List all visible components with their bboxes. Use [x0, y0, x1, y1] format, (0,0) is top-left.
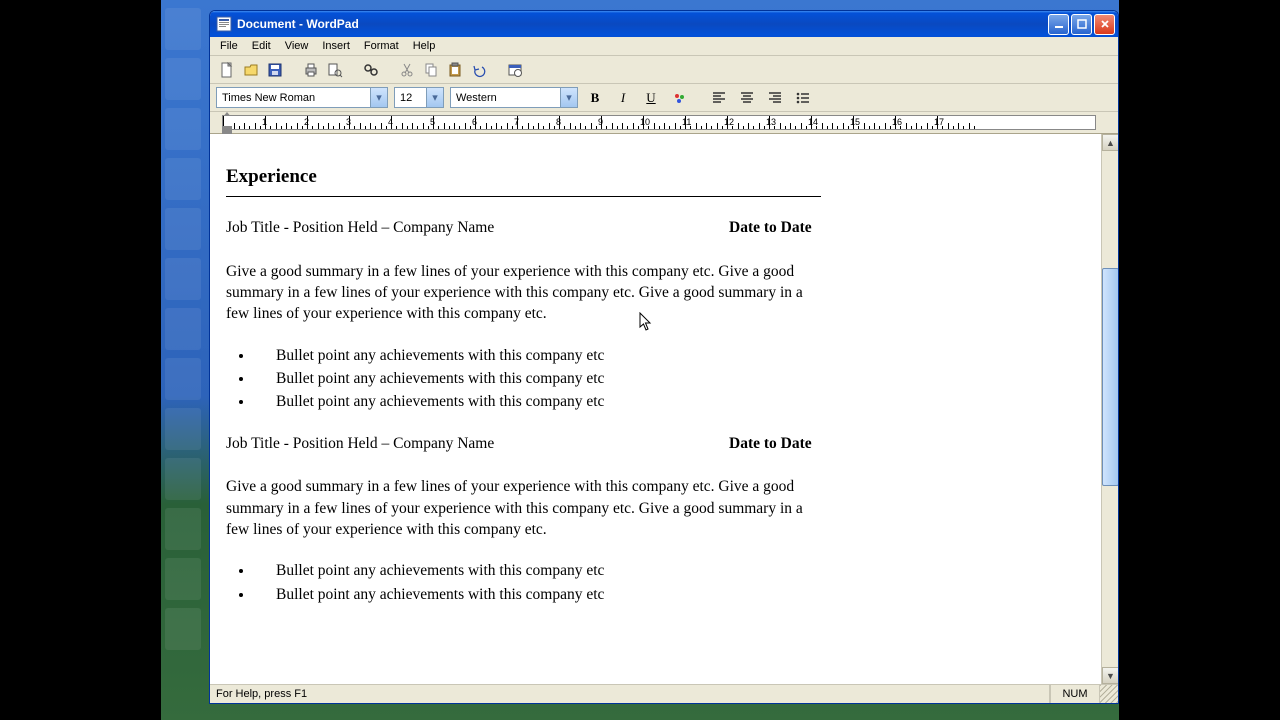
- copy-icon[interactable]: [420, 59, 442, 81]
- close-button[interactable]: [1094, 14, 1115, 35]
- entry-dates: Date to Date: [729, 433, 812, 454]
- menu-view[interactable]: View: [279, 39, 315, 53]
- titlebar[interactable]: Document - WordPad: [210, 11, 1118, 37]
- new-icon[interactable]: [216, 59, 238, 81]
- desktop-icons: [161, 0, 211, 658]
- document-area[interactable]: Experience Job Title - Position Held – Co…: [210, 134, 1101, 684]
- resize-grip-icon[interactable]: [1100, 685, 1118, 703]
- charset-value: Western: [451, 92, 560, 104]
- chevron-down-icon[interactable]: ▾: [370, 88, 387, 107]
- maximize-button[interactable]: [1071, 14, 1092, 35]
- format-toolbar: Times New Roman ▾ 12 ▾ Western ▾ B I U: [210, 84, 1118, 112]
- standard-toolbar: [210, 56, 1118, 84]
- scroll-thumb[interactable]: [1102, 268, 1118, 486]
- undo-icon[interactable]: [468, 59, 490, 81]
- entry-summary: Give a good summary in a few lines of yo…: [226, 476, 818, 540]
- status-help: For Help, press F1: [210, 685, 1050, 703]
- entry-header: Job Title - Position Held – Company Name…: [226, 217, 1018, 238]
- scroll-down-icon[interactable]: ▼: [1102, 667, 1118, 684]
- entry-summary: Give a good summary in a few lines of yo…: [226, 261, 818, 325]
- bullet-item: Bullet point any achievements with this …: [254, 391, 1018, 412]
- italic-button[interactable]: I: [612, 87, 634, 109]
- menu-bar: File Edit View Insert Format Help: [210, 37, 1118, 56]
- align-right-button[interactable]: [764, 87, 786, 109]
- bullet-item: Bullet point any achievements with this …: [254, 560, 1018, 581]
- save-icon[interactable]: [264, 59, 286, 81]
- align-center-button[interactable]: [736, 87, 758, 109]
- color-button[interactable]: [668, 87, 690, 109]
- entry-bullets: Bullet point any achievements with this …: [226, 560, 1018, 605]
- bullets-button[interactable]: [792, 87, 814, 109]
- font-size-combo[interactable]: 12 ▾: [394, 87, 444, 108]
- desktop: Document - WordPad File Edit View Insert…: [161, 0, 1119, 720]
- minimize-button[interactable]: [1048, 14, 1069, 35]
- entry-bullets: Bullet point any achievements with this …: [226, 345, 1018, 413]
- status-numlock: NUM: [1050, 685, 1100, 703]
- menu-insert[interactable]: Insert: [316, 39, 356, 53]
- print-icon[interactable]: [300, 59, 322, 81]
- entry-title: Job Title - Position Held – Company Name: [226, 433, 729, 454]
- entry-dates: Date to Date: [729, 217, 812, 238]
- window-title: Document - WordPad: [237, 17, 359, 31]
- font-family-value: Times New Roman: [217, 92, 370, 104]
- align-left-button[interactable]: [708, 87, 730, 109]
- font-family-combo[interactable]: Times New Roman ▾: [216, 87, 388, 108]
- menu-file[interactable]: File: [214, 39, 244, 53]
- bold-button[interactable]: B: [584, 87, 606, 109]
- bullet-item: Bullet point any achievements with this …: [254, 368, 1018, 389]
- wordpad-icon: [216, 16, 232, 32]
- print-preview-icon[interactable]: [324, 59, 346, 81]
- doc-divider: [226, 196, 821, 197]
- chevron-down-icon[interactable]: ▾: [426, 88, 443, 107]
- menu-help[interactable]: Help: [407, 39, 442, 53]
- paste-icon[interactable]: [444, 59, 466, 81]
- bullet-item: Bullet point any achievements with this …: [254, 584, 1018, 605]
- bullet-item: Bullet point any achievements with this …: [254, 345, 1018, 366]
- menu-format[interactable]: Format: [358, 39, 405, 53]
- entry-header: Job Title - Position Held – Company Name…: [226, 433, 1018, 454]
- entry-title: Job Title - Position Held – Company Name: [226, 217, 729, 238]
- status-bar: For Help, press F1 NUM: [210, 684, 1118, 703]
- cut-icon[interactable]: [396, 59, 418, 81]
- scroll-up-icon[interactable]: ▲: [1102, 134, 1118, 151]
- vertical-scrollbar[interactable]: ▲ ▼: [1101, 134, 1118, 684]
- datetime-icon[interactable]: [504, 59, 526, 81]
- chevron-down-icon[interactable]: ▾: [560, 88, 577, 107]
- ruler[interactable]: 1234567891011121314151617: [210, 112, 1118, 134]
- menu-edit[interactable]: Edit: [246, 39, 277, 53]
- wordpad-window: Document - WordPad File Edit View Insert…: [209, 10, 1119, 704]
- open-icon[interactable]: [240, 59, 262, 81]
- doc-heading: Experience: [226, 164, 1018, 190]
- underline-button[interactable]: U: [640, 87, 662, 109]
- find-icon[interactable]: [360, 59, 382, 81]
- font-size-value: 12: [395, 92, 426, 104]
- charset-combo[interactable]: Western ▾: [450, 87, 578, 108]
